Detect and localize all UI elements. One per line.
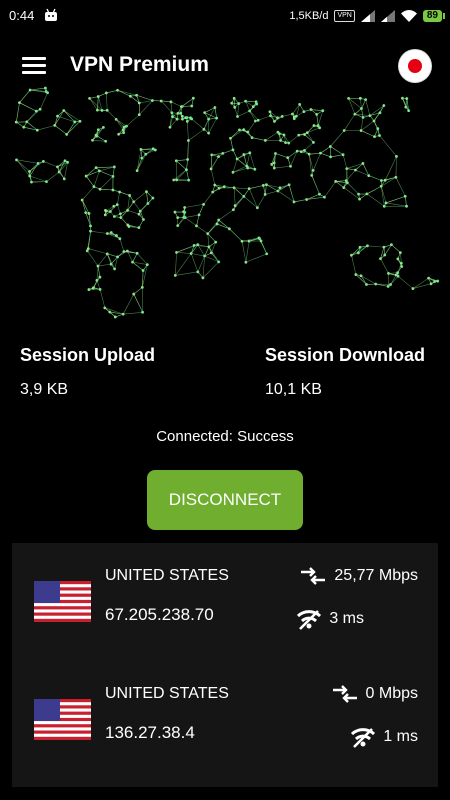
transfer-arrows-icon <box>301 567 326 585</box>
server-list: UNITED STATES 67.205.238.70 25,77 Mbps 3… <box>12 543 438 787</box>
server-country: UNITED STATES <box>105 685 229 702</box>
status-time: 0:44 <box>9 8 35 23</box>
usa-flag-icon <box>34 699 91 740</box>
server-item[interactable]: UNITED STATES 67.205.238.70 25,77 Mbps 3… <box>12 543 438 653</box>
menu-button[interactable] <box>22 54 48 76</box>
server-ping-value: 3 ms <box>329 610 364 627</box>
app-title: VPN Premium <box>70 53 209 76</box>
server-ping-value: 1 ms <box>383 728 418 745</box>
transfer-arrows-icon <box>332 685 357 703</box>
world-map <box>14 86 440 319</box>
server-country: UNITED STATES <box>105 567 229 584</box>
wifi-ping-icon <box>351 728 376 748</box>
server-item[interactable]: UNITED STATES 136.27.38.4 0 Mbps 1 ms <box>12 661 438 771</box>
server-ping: 3 ms <box>297 608 364 630</box>
server-ip: 67.205.238.70 <box>105 605 214 624</box>
server-ip: 136.27.38.4 <box>105 723 195 742</box>
server-speed: 25,77 Mbps <box>300 567 418 585</box>
disconnect-button[interactable]: DISCONNECT <box>147 470 303 530</box>
server-speed: 0 Mbps <box>332 685 418 703</box>
network-speed: 1,5KB/d <box>289 10 329 22</box>
vpn-status-icon: VPN <box>334 10 355 22</box>
android-notification-icon <box>45 8 57 21</box>
wifi-icon <box>400 10 417 22</box>
signal-icon <box>360 10 375 22</box>
battery-icon: 89 <box>422 10 446 22</box>
status-bar: 0:44 1,5KB/d VPN 89 <box>0 0 450 32</box>
session-download-value: 10,1 KB <box>265 381 322 398</box>
session-download-label: Session Download <box>265 345 426 365</box>
signal-icon-secondary <box>380 10 395 22</box>
usa-flag-icon <box>34 581 91 622</box>
server-speed-value: 0 Mbps <box>365 685 418 702</box>
server-speed-value: 25,77 Mbps <box>334 567 418 584</box>
session-upload-label: Session Upload <box>20 345 156 365</box>
connection-status: Connected: Success <box>156 428 294 445</box>
wifi-ping-icon <box>297 610 322 630</box>
server-ping: 1 ms <box>351 726 418 748</box>
session-upload-value: 3,9 KB <box>20 381 69 398</box>
